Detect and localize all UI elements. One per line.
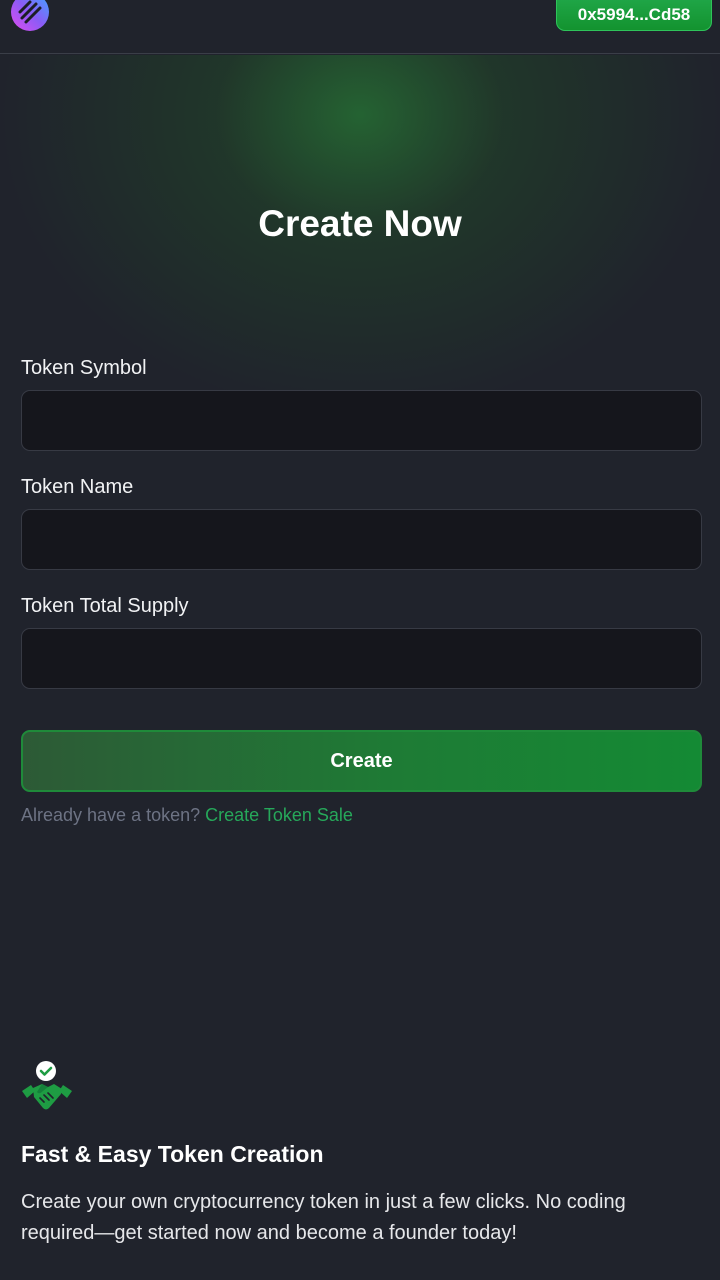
create-token-sale-link[interactable]: Create Token Sale: [205, 805, 353, 825]
token-name-input[interactable]: [21, 509, 702, 570]
top-bar: 0x5994...Cd58: [0, 0, 720, 54]
wallet-address-button[interactable]: 0x5994...Cd58: [556, 0, 712, 31]
token-symbol-label: Token Symbol: [21, 357, 147, 379]
handshake-check-icon: [21, 1060, 73, 1116]
token-total-supply-label: Token Total Supply: [21, 595, 189, 617]
feature-description: Create your own cryptocurrency token in …: [21, 1191, 626, 1244]
token-total-supply-input[interactable]: [21, 628, 702, 689]
app-logo-icon[interactable]: [10, 0, 50, 32]
feature-title: Fast & Easy Token Creation: [21, 1141, 324, 1167]
already-have-token-label: Already have a token?: [21, 805, 201, 825]
token-name-label: Token Name: [21, 476, 134, 498]
page-title: Create Now: [258, 203, 462, 244]
create-button[interactable]: Create: [21, 730, 702, 792]
token-symbol-input[interactable]: [21, 390, 702, 451]
already-have-token-text: Already have a token? Create Token Sale: [21, 805, 353, 826]
create-token-section: Create Now Token Symbol Token Name Token…: [0, 55, 720, 1280]
